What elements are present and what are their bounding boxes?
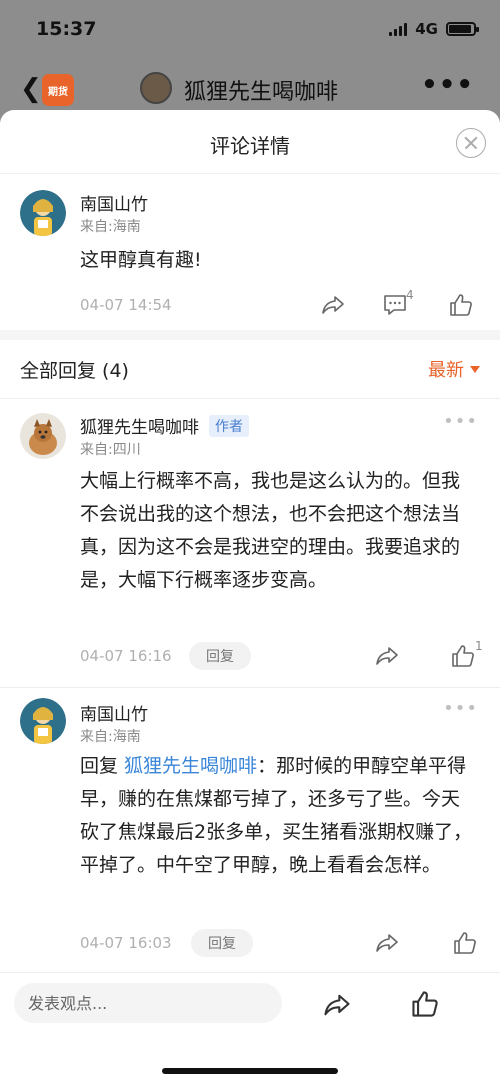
sheet-title: 评论详情 <box>210 134 290 158</box>
reply-item: 南国山竹 ••• 来自:海南 回复 狐狸先生喝咖啡：那时候的甲醇空单平得早，赚的… <box>0 688 500 978</box>
comment-text: 大幅上行概率不高，我也是这么认为的。但我不会说出我的这个想法，也不会把这个想法当… <box>80 470 461 591</box>
location: 来自:海南 <box>80 219 141 235</box>
comment-time: 04-07 16:16 <box>80 647 172 665</box>
bottom-bar <box>0 972 500 1083</box>
comment-count: 4 <box>406 288 414 302</box>
replies-header: 全部回复 (4) 最新 <box>0 340 500 398</box>
comment-detail-sheet: 评论详情 南国山竹 来自:海南 这甲醇真有趣! 04-07 14:54 4 全部… <box>0 110 500 1083</box>
reply-item: 狐狸先生喝咖啡 作者 ••• 来自:四川 大幅上行概率不高，我也是这么认为的。但… <box>0 399 500 687</box>
author-badge: 作者 <box>209 414 249 437</box>
comment-text: 回复 狐狸先生喝咖啡：那时候的甲醇空单平得早，赚的在焦煤都亏掉了，还多亏了些。今… <box>80 750 478 882</box>
section-divider <box>0 330 500 340</box>
like-icon[interactable] <box>448 292 474 318</box>
avatar[interactable] <box>20 413 66 459</box>
sheet-header: 评论详情 <box>0 110 500 174</box>
app-logo: 期货 <box>42 74 74 106</box>
name-row: 南国山竹 <box>80 700 148 725</box>
more-icon[interactable]: ••• <box>443 411 478 432</box>
more-icon[interactable]: ••• <box>421 70 474 100</box>
avatar[interactable] <box>20 698 66 744</box>
user-name[interactable]: 南国山竹 <box>80 700 148 725</box>
reply-button[interactable]: 回复 <box>191 929 253 957</box>
share-icon[interactable] <box>322 990 352 1020</box>
comment-icon[interactable] <box>382 292 408 318</box>
battery-icon <box>446 22 479 36</box>
replies-title: 全部回复 (4) <box>20 360 129 382</box>
status-time: 15:37 <box>36 18 97 40</box>
more-icon[interactable]: ••• <box>443 698 478 719</box>
reply-to-link[interactable]: 狐狸先生喝咖啡 <box>124 755 257 777</box>
like-count: 1 <box>475 639 483 653</box>
reply-prefix: 回复 <box>80 755 125 777</box>
location: 来自:海南 <box>80 729 141 745</box>
location: 来自:四川 <box>80 442 141 458</box>
background-header: ❮ 期货 狐狸先生喝咖啡 ••• <box>0 62 500 114</box>
status-bar: 15:37 4G <box>0 0 500 62</box>
main-comment: 南国山竹 来自:海南 这甲醇真有趣! 04-07 14:54 4 <box>0 174 500 330</box>
comment-time: 04-07 14:54 <box>80 296 172 314</box>
like-icon[interactable] <box>450 643 476 669</box>
avatar[interactable] <box>20 190 66 236</box>
status-indicators: 4G <box>389 20 479 38</box>
sort-label: 最新 <box>428 360 464 381</box>
comment-input[interactable] <box>14 983 282 1023</box>
background-avatar <box>140 72 172 104</box>
signal-icon <box>389 22 408 36</box>
user-name[interactable]: 南国山竹 <box>80 190 148 215</box>
like-icon[interactable] <box>452 930 478 956</box>
close-button[interactable] <box>456 128 486 158</box>
share-icon[interactable] <box>374 643 400 669</box>
background-title: 狐狸先生喝咖啡 <box>184 80 339 105</box>
network-label: 4G <box>415 20 438 38</box>
share-icon[interactable] <box>320 292 346 318</box>
sort-button[interactable]: 最新 <box>428 356 480 382</box>
user-name[interactable]: 狐狸先生喝咖啡 <box>80 413 199 438</box>
chevron-down-icon <box>470 365 480 373</box>
home-indicator <box>162 1068 338 1074</box>
reply-button[interactable]: 回复 <box>189 642 251 670</box>
name-row: 南国山竹 <box>80 190 148 215</box>
comment-time: 04-07 16:03 <box>80 934 172 952</box>
comment-text: 这甲醇真有趣! <box>80 249 202 271</box>
name-row: 狐狸先生喝咖啡 作者 <box>80 413 249 438</box>
share-icon[interactable] <box>374 930 400 956</box>
like-icon[interactable] <box>410 989 440 1019</box>
back-icon[interactable]: ❮ <box>20 74 42 104</box>
